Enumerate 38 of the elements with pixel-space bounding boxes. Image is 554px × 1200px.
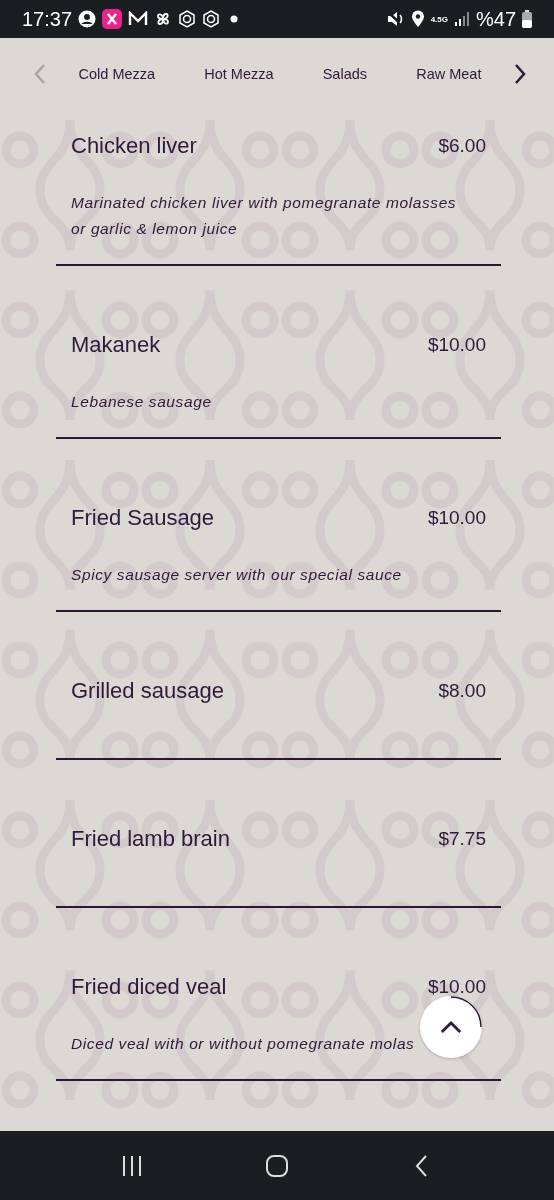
dish-description: Diced veal with or without pomegranate molas bbox=[71, 1034, 416, 1054]
category-tab[interactable]: Raw Meat bbox=[414, 62, 484, 86]
dish-name: Grilled sausage bbox=[71, 678, 224, 704]
category-tab[interactable]: Hot Mezza bbox=[202, 62, 276, 86]
category-tab[interactable]: Salads bbox=[320, 62, 370, 86]
aperture-icon bbox=[202, 10, 221, 28]
dish-price: $6.00 bbox=[438, 135, 486, 157]
dish-description: Lebanese sausage bbox=[71, 392, 213, 412]
chevron-left-icon bbox=[34, 63, 46, 85]
scroll-to-top-button[interactable] bbox=[420, 996, 482, 1058]
dish-name: Fried diced veal bbox=[71, 974, 227, 1000]
category-tab[interactable]: Cold Mezza bbox=[76, 62, 158, 86]
dish-name: Makanek bbox=[71, 332, 161, 358]
battery-percent: %47 bbox=[475, 7, 516, 31]
clock-time: 17:37 bbox=[22, 7, 73, 31]
chevron-up-icon bbox=[440, 1020, 462, 1034]
mail-icon bbox=[128, 11, 149, 27]
dish-price: $10.00 bbox=[427, 976, 486, 998]
dish-price: $8.00 bbox=[438, 680, 486, 702]
dish-name: Fried Sausage bbox=[71, 505, 215, 531]
aperture-icon bbox=[178, 10, 197, 28]
dish-price: $7.75 bbox=[438, 828, 486, 850]
dish-price: $10.00 bbox=[427, 334, 486, 356]
dish-description: Marinated chicken liver with pomegranate molasses or garlic & lemon juice bbox=[71, 193, 458, 239]
battery-icon bbox=[522, 10, 532, 28]
dish-name: Chicken liver bbox=[71, 133, 197, 159]
dish-name: Fried lamb brain bbox=[71, 826, 230, 852]
network-type: 4.5G bbox=[430, 14, 448, 24]
progress-arc-icon bbox=[451, 996, 482, 1027]
dish-price: $10.00 bbox=[427, 507, 486, 529]
app-icon bbox=[102, 9, 123, 29]
dish-description: Spicy sausage server with our special sauce bbox=[71, 565, 403, 585]
chevron-right-icon bbox=[514, 63, 526, 85]
rounded-square-icon bbox=[265, 1153, 289, 1178]
location-icon bbox=[410, 10, 425, 28]
person-icon bbox=[78, 10, 97, 28]
signal-icon bbox=[453, 11, 470, 27]
mute-icon bbox=[386, 11, 405, 27]
